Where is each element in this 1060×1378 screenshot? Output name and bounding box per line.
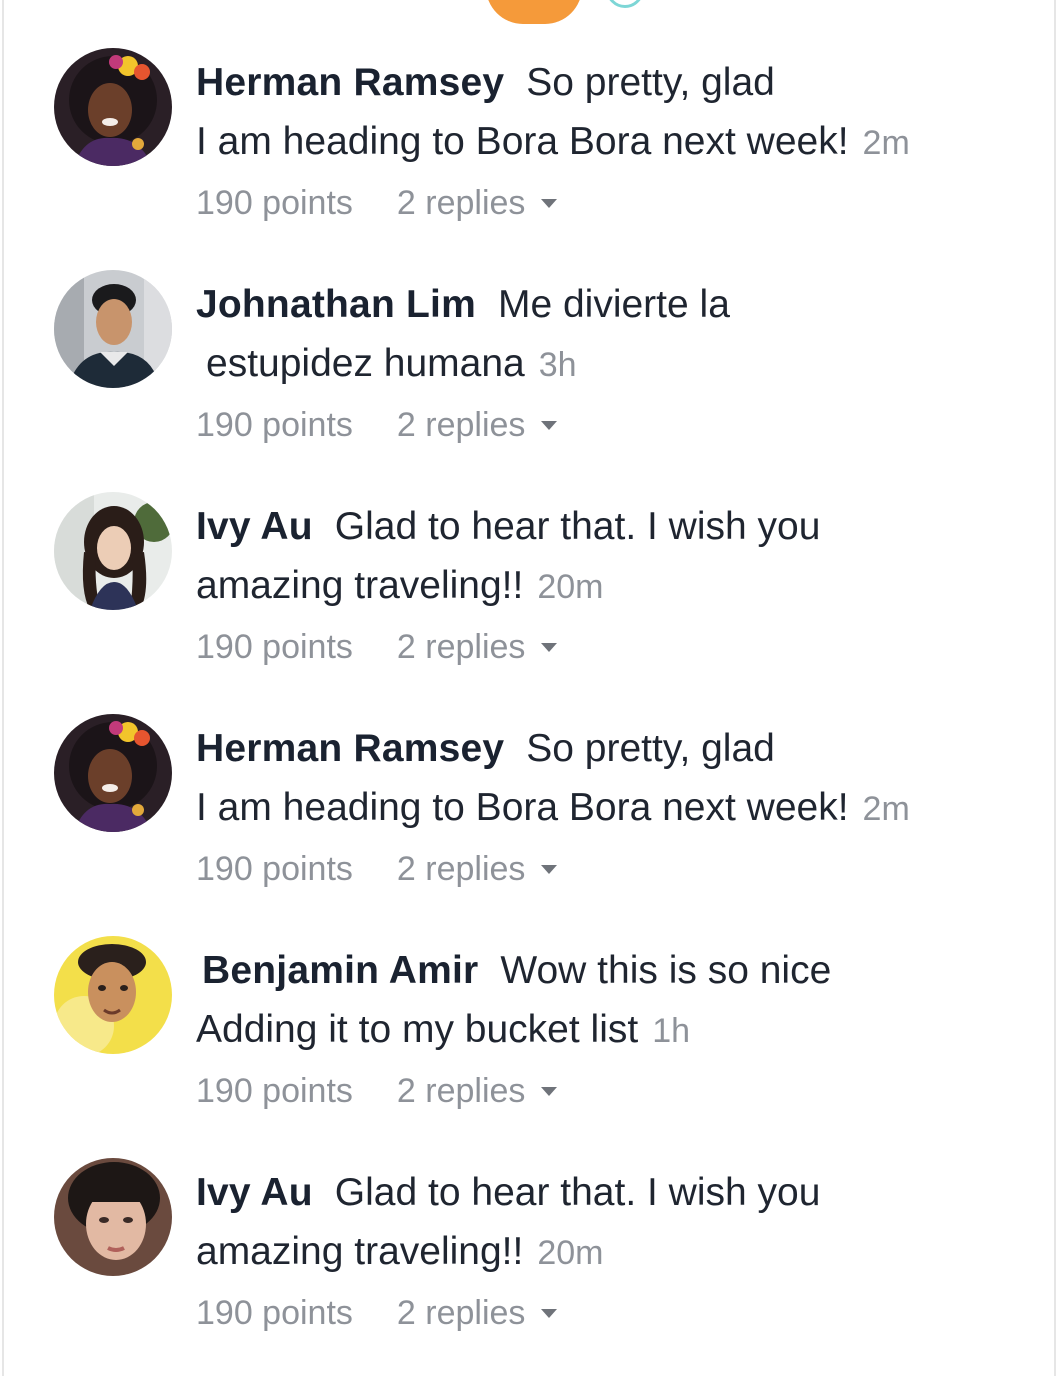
replies-toggle[interactable]: 2 replies	[397, 406, 558, 444]
replies-toggle[interactable]: 2 replies	[397, 1294, 558, 1332]
timestamp: 2m	[862, 790, 910, 828]
replies-label: 2 replies	[396, 850, 526, 888]
comment-text: I am heading to Bora Bora next week!	[196, 120, 849, 163]
comment-text: Wow this is so nice	[500, 949, 832, 992]
replies-toggle[interactable]: 2 replies	[397, 1072, 558, 1110]
author-name[interactable]: Ivy Au	[196, 1171, 313, 1214]
points-count: 190 points	[196, 406, 353, 444]
comment-meta: 190 points 2 replies	[196, 1283, 1016, 1343]
comment-item: Benjamin Amir Wow this is so nice Adding …	[4, 888, 1060, 1110]
timestamp: 20m	[537, 1234, 604, 1272]
comment-text: amazing traveling!!	[196, 1230, 524, 1273]
comment-text: estupidez humana	[206, 342, 525, 385]
replies-label: 2 replies	[396, 406, 526, 444]
avatar[interactable]	[54, 1158, 172, 1276]
comment-text-line: amazing traveling!! 20m	[196, 1222, 1016, 1283]
points-count: 190 points	[196, 628, 353, 666]
points-count: 190 points	[196, 850, 353, 888]
points-count: 190 points	[196, 184, 353, 222]
replies-toggle[interactable]: 2 replies	[397, 850, 558, 888]
comment-item: Ivy Au Glad to hear that. I wish you amaz…	[4, 1110, 1060, 1332]
author-name[interactable]: Herman Ramsey	[196, 727, 504, 770]
avatar[interactable]	[54, 270, 172, 388]
replies-label: 2 replies	[396, 1294, 526, 1332]
comment-text-line: Johnathan Lim Me divierte la	[196, 275, 1016, 334]
comment-text: Me divierte la	[497, 283, 730, 326]
comment-text-line: amazing traveling!! 20m	[196, 556, 1016, 617]
replies-toggle[interactable]: 2 replies	[397, 184, 558, 222]
comment-text-line: Herman Ramsey So pretty, glad	[196, 719, 1016, 778]
comment-text: I am heading to Bora Bora next week!	[196, 786, 849, 829]
comment-text-line: Ivy Au Glad to hear that. I wish you	[196, 1163, 1016, 1222]
avatar[interactable]	[54, 936, 172, 1054]
comment-text-line: Adding it to my bucket list 1h	[196, 1000, 1016, 1061]
comment-text: amazing traveling!!	[196, 564, 524, 607]
comment-text-line: I am heading to Bora Bora next week! 2m	[196, 112, 1016, 173]
timestamp: 1h	[652, 1012, 691, 1050]
timestamp: 20m	[537, 568, 604, 606]
comment-body: Ivy Au Glad to hear that. I wish you amaz…	[196, 497, 1016, 677]
timestamp: 2m	[862, 124, 910, 162]
points-count: 190 points	[196, 1072, 353, 1110]
comment-item: Herman Ramsey So pretty, glad I am headin…	[4, 666, 1060, 888]
comment-text-line: Ivy Au Glad to hear that. I wish you	[196, 497, 1016, 556]
caret-down-icon	[541, 864, 558, 874]
replies-label: 2 replies	[396, 1072, 526, 1110]
comment-body: Johnathan Lim Me divierte la estupidez hu…	[196, 275, 1016, 455]
comment-list: Herman Ramsey So pretty, glad I am headin…	[2, 0, 1056, 1376]
comment-item: Johnathan Lim Me divierte la estupidez hu…	[4, 222, 1060, 444]
timestamp: 3h	[538, 346, 577, 384]
comment-item: Herman Ramsey So pretty, glad I am headin…	[4, 0, 1060, 222]
comment-text: So pretty, glad	[526, 61, 775, 104]
replies-label: 2 replies	[396, 628, 526, 666]
comment-text-line: Herman Ramsey So pretty, glad	[196, 53, 1016, 112]
comment-text-line: estupidez humana 3h	[196, 334, 1016, 395]
comment-text-line: I am heading to Bora Bora next week! 2m	[196, 778, 1016, 839]
avatar[interactable]	[54, 48, 172, 166]
comment-text: Glad to hear that. I wish you	[334, 1171, 821, 1214]
replies-label: 2 replies	[396, 184, 526, 222]
author-name[interactable]: Johnathan Lim	[196, 283, 476, 326]
comment-body: Benjamin Amir Wow this is so nice Adding …	[196, 941, 1016, 1121]
comment-item: Ivy Au Glad to hear that. I wish you amaz…	[4, 444, 1060, 666]
author-name[interactable]: Benjamin Amir	[202, 949, 478, 992]
comment-text-line: Benjamin Amir Wow this is so nice	[196, 941, 1016, 1000]
comment-text: Glad to hear that. I wish you	[334, 505, 821, 548]
points-count: 190 points	[196, 1294, 353, 1332]
caret-down-icon	[541, 1086, 558, 1096]
author-name[interactable]: Ivy Au	[196, 505, 313, 548]
replies-toggle[interactable]: 2 replies	[397, 628, 558, 666]
comment-text: So pretty, glad	[526, 727, 775, 770]
comment-body: Herman Ramsey So pretty, glad I am headin…	[196, 719, 1016, 899]
caret-down-icon	[541, 420, 558, 430]
caret-down-icon	[541, 1308, 558, 1318]
caret-down-icon	[541, 642, 558, 652]
comment-text: Adding it to my bucket list	[196, 1008, 639, 1051]
avatar[interactable]	[54, 714, 172, 832]
comment-body: Herman Ramsey So pretty, glad I am headin…	[196, 53, 1016, 233]
avatar[interactable]	[54, 492, 172, 610]
author-name[interactable]: Herman Ramsey	[196, 61, 504, 104]
comment-body: Ivy Au Glad to hear that. I wish you amaz…	[196, 1163, 1016, 1343]
caret-down-icon	[541, 198, 558, 208]
